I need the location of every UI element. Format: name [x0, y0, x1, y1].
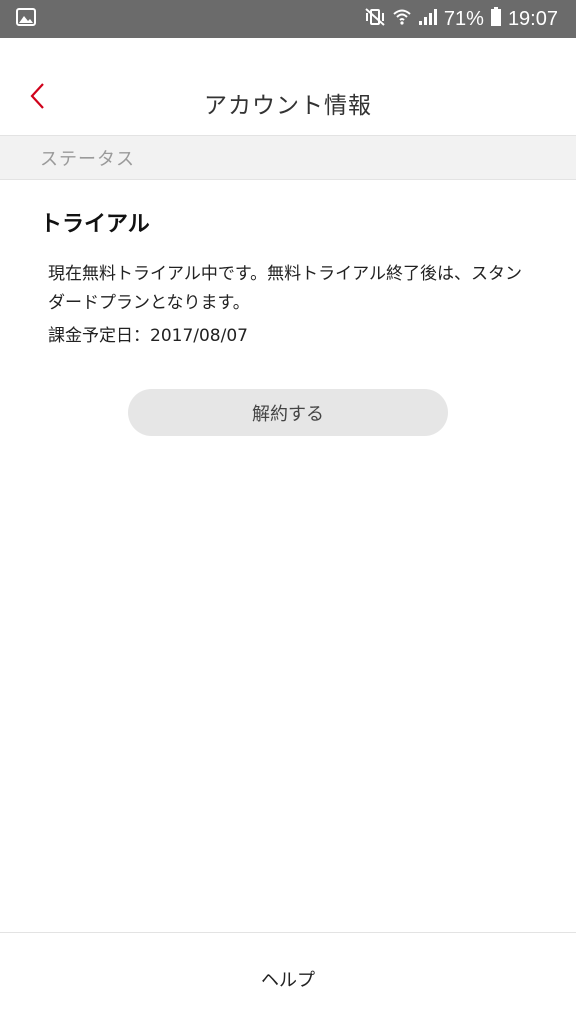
app-header: アカウント情報 — [0, 38, 576, 136]
section-header-status: ステータス — [0, 136, 576, 180]
cancel-subscription-button[interactable]: 解約する — [128, 389, 448, 436]
help-link[interactable]: ヘルプ — [261, 966, 315, 992]
image-icon — [16, 8, 36, 30]
status-time: 19:07 — [507, 7, 558, 30]
plan-name: トライアル — [40, 212, 150, 237]
status-bar: 71% 19:07 — [0, 0, 576, 38]
battery-percent: 71% — [443, 7, 484, 30]
wifi-icon — [392, 7, 412, 31]
battery-icon — [490, 6, 502, 32]
page-title: アカウント情報 — [204, 93, 372, 119]
signal-icon — [418, 7, 438, 31]
plan-description: 現在無料トライアル中です。無料トライアル終了後は、スタンダードプランとなります。 — [48, 264, 522, 313]
footer: ヘルプ — [0, 932, 576, 1024]
account-info-screen: 71% 19:07 アカウント情報 ステータス トライアル 現在無料トライアル中… — [0, 0, 576, 1024]
billing-date: 課金予定日：2017/08/07 — [48, 326, 248, 346]
mute-vibrate-icon — [364, 7, 386, 32]
